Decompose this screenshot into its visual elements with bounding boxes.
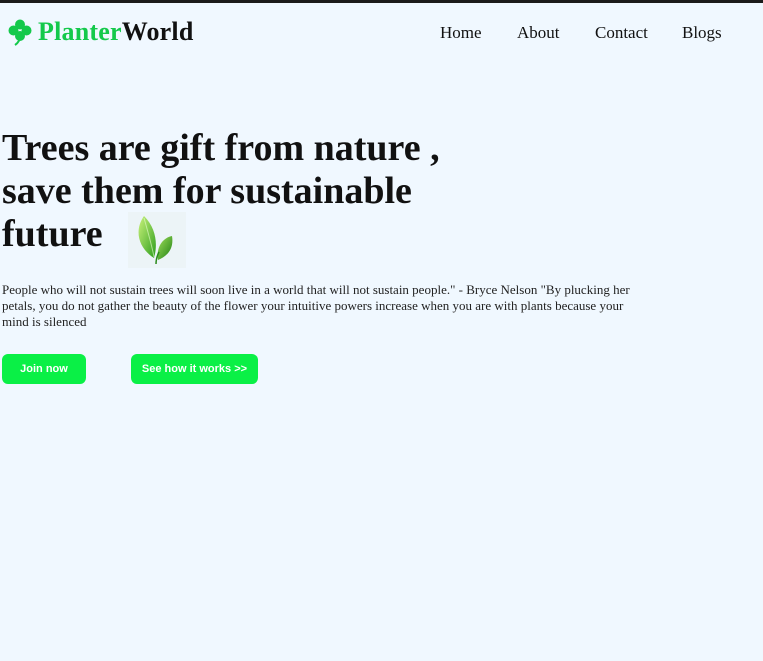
- nav-blogs-link[interactable]: Blogs: [682, 23, 722, 43]
- logo[interactable]: PlanterWorld: [8, 17, 194, 47]
- top-border: [0, 0, 763, 3]
- see-how-it-works-button[interactable]: See how it works >>: [131, 354, 258, 384]
- clover-icon: [8, 18, 32, 46]
- nav-contact-link[interactable]: Contact: [595, 23, 648, 43]
- logo-text-world: World: [121, 17, 194, 46]
- logo-text-planter: Planter: [38, 17, 122, 46]
- join-now-button[interactable]: Join now: [2, 354, 86, 384]
- hero-quote: People who will not sustain trees will s…: [2, 282, 630, 329]
- hero-headline: Trees are gift from nature , save them f…: [2, 127, 440, 255]
- nav-about-link[interactable]: About: [517, 23, 560, 43]
- nav-home-link[interactable]: Home: [440, 23, 482, 43]
- leaf-icon: [128, 212, 186, 268]
